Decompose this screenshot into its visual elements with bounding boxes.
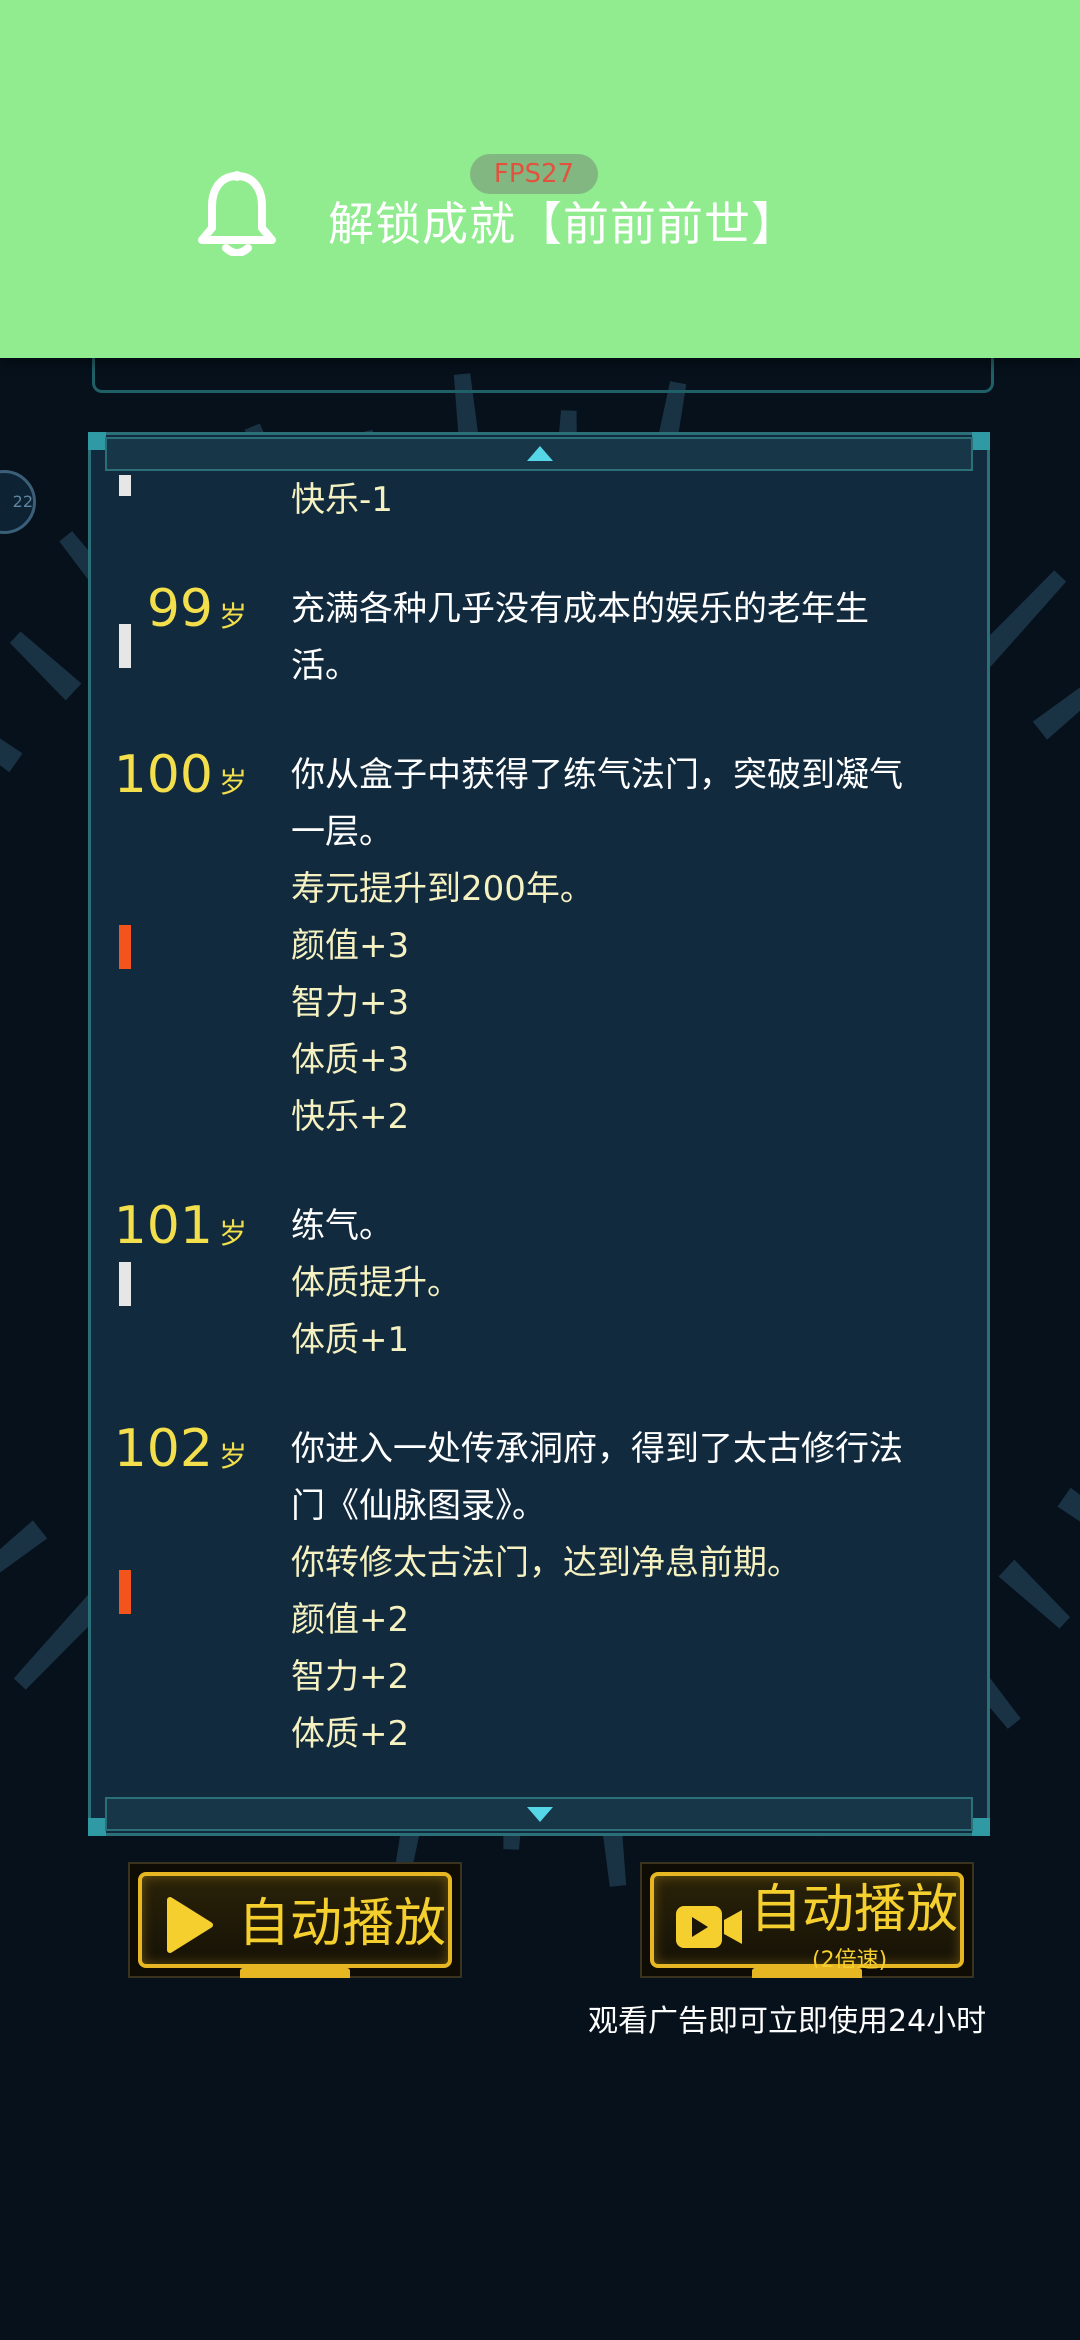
- entry-line: 你进入一处传承洞府，得到了太古修行法: [291, 1429, 903, 1469]
- entry-line: 门《仙脉图录》。: [291, 1486, 546, 1526]
- frame-top-ornament: [92, 356, 994, 393]
- entry-line: 智力+2: [291, 1657, 410, 1697]
- entry-line: 智力+3: [291, 983, 410, 1023]
- button-tab-ornament: [240, 1968, 350, 1978]
- age-value: 99: [146, 579, 213, 639]
- entry-text: 你进入一处传承洞府，得到了太古修行法 门《仙脉图录》。你转修太古法门，达到净息前期…: [291, 1421, 981, 1763]
- entry-marker: [119, 475, 131, 496]
- entry-line: 体质+3: [291, 1040, 410, 1080]
- background-ray: [998, 1559, 1071, 1629]
- entry-text: 练气。体质提升。体质+1: [291, 1198, 981, 1369]
- log-entry: 快乐-1: [91, 475, 987, 529]
- entry-line: 你转修太古法门，达到净息前期。: [291, 1543, 801, 1583]
- scroll-up-button[interactable]: [105, 437, 973, 471]
- auto-play-2x-button[interactable]: 自动播放 (2倍速): [640, 1862, 974, 1978]
- entry-age: 101 岁: [114, 1198, 247, 1262]
- age-unit: 岁: [218, 1217, 247, 1250]
- ad-note: 观看广告即可立即使用24小时: [588, 2004, 987, 2039]
- entry-line: 快乐+2: [291, 1097, 410, 1137]
- entry-line: 颜值+3: [291, 926, 410, 966]
- auto-play-button-frame: 自动播放: [138, 1872, 452, 1968]
- entry-line: 颜值+2: [291, 1600, 410, 1640]
- age-value: 102: [113, 1419, 213, 1479]
- button-tab-ornament: [752, 1968, 862, 1978]
- panel-corner: [88, 1818, 106, 1836]
- log-entry: 102 岁你进入一处传承洞府，得到了太古修行法 门《仙脉图录》。 你转修太古法门，达到…: [91, 1421, 987, 1763]
- auto-play-2x-label: 自动播放: [750, 1880, 959, 1940]
- age-unit: 岁: [218, 766, 247, 799]
- entry-age: 100 岁: [114, 747, 247, 811]
- age-unit: 岁: [218, 1440, 247, 1473]
- auto-play-label: 自动播放: [238, 1894, 447, 1954]
- background-ray: [0, 738, 23, 773]
- log-entry: 99 岁充满各种几乎没有成本的娱乐的老年生 活。: [91, 581, 987, 695]
- arrow-up-icon: [527, 446, 553, 461]
- entry-line: 练气。: [291, 1206, 393, 1246]
- entry-text: 你从盒子中获得了练气法门，突破到凝气 一层。寿元提升到200年。 颜值+3 智力+3 体…: [291, 747, 981, 1146]
- notification-text: 解锁成就【前前前世】: [328, 197, 798, 251]
- entry-line: 快乐-1: [291, 480, 393, 520]
- entry-marker: [119, 1261, 131, 1306]
- life-log-list[interactable]: 快乐-1 99 岁充满各种几乎没有成本的娱乐的老年生 活。 100 岁你从盒子中获得了练气…: [91, 475, 987, 1781]
- age-value: 100: [113, 745, 213, 805]
- background-ray: [1057, 1487, 1080, 1522]
- entry-text: 充满各种几乎没有成本的娱乐的老年生 活。: [291, 581, 981, 695]
- panel-corner: [972, 432, 990, 450]
- age-unit: 岁: [218, 600, 247, 633]
- entry-line: 充满各种几乎没有成本的娱乐的老年生: [291, 589, 869, 629]
- fps-counter: FPS27: [470, 154, 598, 194]
- log-entry: 101 岁练气。 体质提升。 体质+1: [91, 1198, 987, 1369]
- entry-line: 体质+2: [291, 1714, 410, 1754]
- bell-icon: [198, 171, 276, 256]
- play-icon: [167, 1897, 213, 1953]
- entry-marker: [119, 1570, 131, 1614]
- background-ray: [0, 1520, 48, 1573]
- panel-corner: [88, 432, 106, 450]
- entry-line: 体质+1: [291, 1320, 410, 1360]
- entry-age: 99 岁: [147, 581, 247, 645]
- video-camera-icon: [676, 1906, 742, 1948]
- scroll-down-button[interactable]: [105, 1797, 973, 1831]
- background-ray: [1032, 687, 1080, 740]
- entry-line: 你从盒子中获得了练气法门，突破到凝气: [291, 755, 903, 795]
- entry-line: 一层。: [291, 812, 393, 852]
- entry-marker: [119, 924, 131, 969]
- entry-text: 快乐-1: [291, 475, 981, 529]
- log-entry: 100 岁 你从盒子中获得了练气法门，突破到凝气 一层。寿元提升到200年。 颜值+3 智…: [91, 747, 987, 1146]
- achievement-notification[interactable]: 解锁成就【前前前世】 FPS27: [0, 0, 1080, 358]
- entry-marker: [119, 624, 131, 668]
- age-value: 101: [113, 1196, 213, 1256]
- auto-play-button[interactable]: 自动播放: [128, 1862, 462, 1978]
- arrow-down-icon: [527, 1807, 553, 1822]
- life-log-panel: 快乐-1 99 岁充满各种几乎没有成本的娱乐的老年生 活。 100 岁你从盒子中获得了练气…: [88, 432, 990, 1836]
- entry-age: 102 岁: [114, 1421, 247, 1485]
- panel-corner: [972, 1818, 990, 1836]
- entry-line: 活。: [291, 646, 359, 686]
- auto-play-2x-button-frame: 自动播放 (2倍速): [650, 1872, 964, 1973]
- background-ray: [9, 631, 82, 701]
- entry-line: 体质提升。: [291, 1263, 461, 1303]
- entry-line: 寿元提升到200年。: [291, 869, 594, 909]
